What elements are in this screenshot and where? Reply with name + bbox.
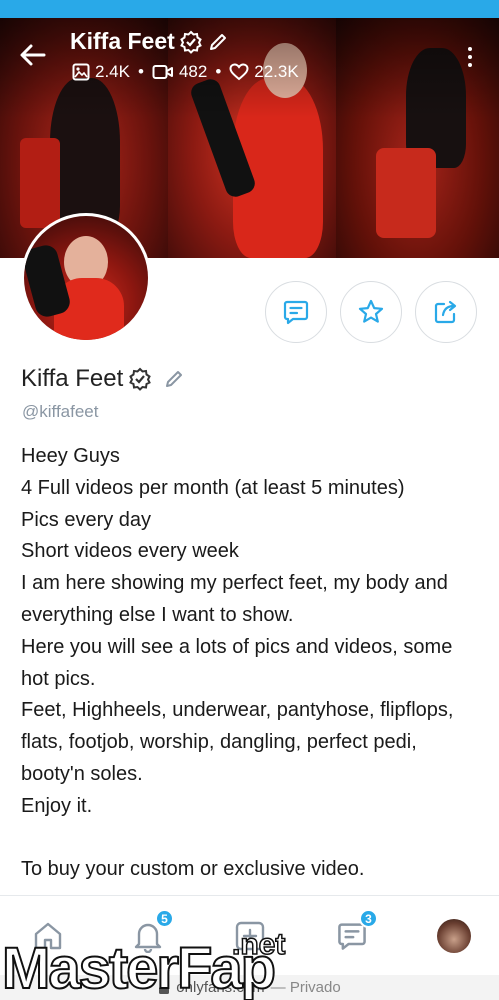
status-bar	[0, 0, 499, 18]
verified-badge-icon	[179, 30, 202, 54]
bio-line: Feet, Highheels, underwear, pantyhose, f…	[21, 699, 454, 722]
bio-line: Here you will see a lots of pics and vid…	[21, 635, 453, 658]
image-icon	[72, 63, 90, 81]
header-title: Kiffa Feet	[70, 28, 229, 55]
stat-videos-value: 482	[178, 62, 208, 81]
stat-likes-value: 22.3K	[254, 62, 299, 81]
profile-page: Kiffa Feet 2.4K • 482 • 22.3K Kiffa Feet…	[0, 0, 499, 1000]
bio-line: Pics every day	[21, 508, 152, 531]
edit-pencil-icon[interactable]	[207, 31, 229, 53]
back-arrow-icon[interactable]	[18, 40, 48, 70]
bio-line	[21, 823, 491, 855]
profile-name: Kiffa Feet	[21, 365, 124, 392]
bio-line: I am here showing my perfect feet, my bo…	[21, 572, 448, 595]
bio-line: everything else I want to show.	[21, 603, 294, 626]
bio-line: flats, footjob, worship, dangling, perfe…	[21, 731, 417, 754]
watermark-logo: MasterFap .net	[1, 927, 286, 1000]
messages-badge: 3	[359, 909, 378, 928]
bio-line: 4 Full videos per month (at least 5 minu…	[21, 476, 405, 499]
bio-line: Enjoy it.	[21, 794, 93, 817]
message-button[interactable]	[265, 281, 327, 343]
avatar-image	[24, 216, 148, 340]
bio-line: Heey Guys	[21, 445, 120, 467]
header-name: Kiffa Feet	[70, 28, 175, 54]
favorite-button[interactable]	[340, 281, 402, 343]
profile-handle: @kiffafeet	[22, 402, 99, 421]
stat-videos: 482	[152, 62, 207, 82]
stat-separator: •	[215, 62, 222, 81]
stat-separator: •	[137, 62, 144, 81]
heart-icon	[229, 63, 249, 81]
stat-images-value: 2.4K	[95, 62, 130, 81]
share-icon	[434, 300, 457, 324]
avatar	[437, 919, 471, 953]
profile-bio: Heey Guys 4 Full videos per month (at le…	[21, 441, 491, 886]
stat-likes: 22.3K	[229, 62, 299, 82]
edit-pencil-icon[interactable]	[163, 368, 185, 390]
bio-line: hot pics.	[21, 667, 96, 690]
stat-images: 2.4K	[72, 62, 130, 82]
star-icon	[358, 299, 384, 323]
bio-line: booty'n soles.	[21, 762, 143, 785]
nav-messages[interactable]: 3	[332, 909, 378, 956]
share-button[interactable]	[415, 281, 477, 343]
message-icon	[283, 300, 309, 325]
nav-profile[interactable]	[434, 916, 474, 956]
header-stats: 2.4K • 482 • 22.3K	[72, 62, 299, 82]
video-icon	[152, 65, 173, 79]
profile-name-row: Kiffa Feet	[21, 365, 185, 393]
more-options-icon[interactable]	[460, 42, 480, 72]
bio-line: To buy your custom or exclusive video.	[21, 858, 365, 881]
verified-badge-icon	[129, 367, 152, 391]
profile-avatar[interactable]	[21, 213, 151, 343]
bio-line: Short videos every week	[21, 540, 239, 563]
